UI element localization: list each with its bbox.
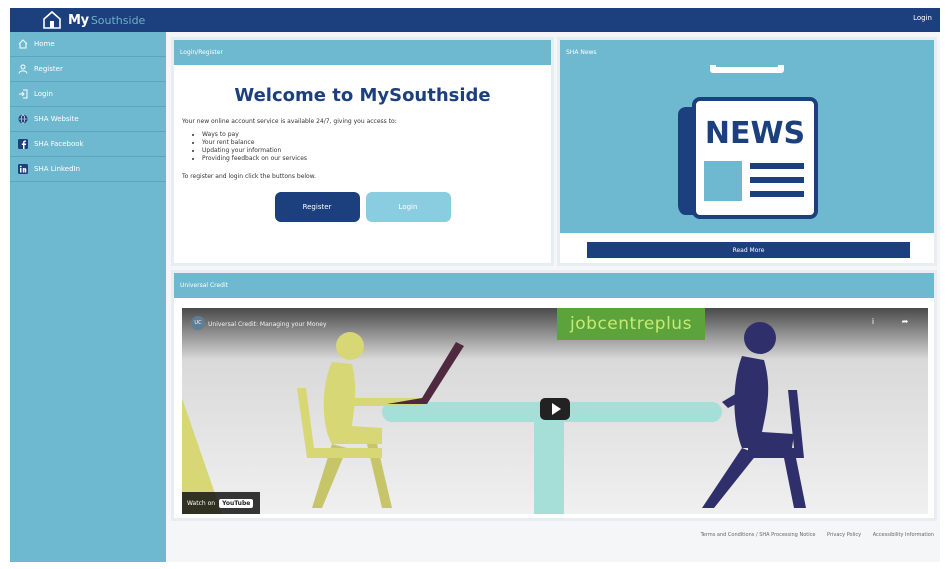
play-icon: [551, 403, 561, 415]
feature-list: Ways to pay Your rent balance Updating y…: [202, 131, 543, 163]
universal-credit-card: Universal Credit jobcentreplus UC Univer…: [171, 270, 937, 521]
read-more-button[interactable]: Read More: [587, 242, 910, 258]
footer-links: Terms and Conditions / SHA Processing No…: [166, 532, 940, 538]
sidebar-item-sha-facebook[interactable]: SHA Facebook: [10, 132, 166, 157]
card-header: Universal Credit: [174, 273, 934, 298]
newspaper-icon: NEWS: [678, 65, 818, 219]
embedded-video-player[interactable]: jobcentreplus UC Universal Credit: Manag…: [182, 308, 928, 514]
video-title[interactable]: Universal Credit: Managing your Money: [208, 321, 327, 328]
news-image: NEWS: [560, 65, 934, 233]
sidebar-item-sha-linkedin[interactable]: SHA LinkedIn: [10, 157, 166, 182]
sidebar-item-sha-website[interactable]: SHA Website: [10, 107, 166, 132]
globe-icon: [17, 114, 28, 125]
home-icon: [17, 39, 28, 50]
header-login-link[interactable]: Login: [913, 14, 932, 22]
sidebar-item-label: SHA LinkedIn: [34, 165, 81, 173]
login-button[interactable]: Login: [365, 192, 451, 222]
intro-text: Your new online account service is avail…: [182, 118, 397, 125]
footer-link-accessibility[interactable]: Accessibility Information: [873, 532, 934, 538]
register-button[interactable]: Register: [274, 192, 360, 222]
footer-link-privacy[interactable]: Privacy Policy: [827, 532, 861, 538]
main-content: Login/Register Welcome to MySouthside Yo…: [166, 32, 940, 562]
sidebar-item-label: SHA Facebook: [34, 140, 84, 148]
play-button[interactable]: [540, 398, 570, 420]
sidebar-item-label: SHA Website: [34, 115, 79, 123]
sidebar-nav: Home Register Login SHA Website SHA Face…: [10, 32, 166, 562]
watch-on-youtube-button[interactable]: Watch on YouTube: [182, 492, 260, 514]
linkedin-icon: [17, 164, 28, 175]
welcome-title: Welcome to MySouthside: [234, 85, 491, 106]
jobcentreplus-banner: jobcentreplus: [557, 308, 705, 340]
channel-avatar[interactable]: UC: [191, 316, 205, 330]
login-register-card: Login/Register Welcome to MySouthside Yo…: [171, 37, 554, 266]
info-icon[interactable]: i: [868, 317, 878, 327]
list-item: Providing feedback on our services: [202, 155, 543, 163]
list-item: Ways to pay: [202, 131, 543, 139]
list-item: Updating your information: [202, 147, 543, 155]
footer-link-terms[interactable]: Terms and Conditions / SHA Processing No…: [701, 532, 816, 538]
share-icon[interactable]: ➦: [900, 317, 910, 327]
youtube-logo-icon: YouTube: [219, 498, 254, 508]
brand-logo[interactable]: My Southside: [42, 9, 145, 31]
card-header: Login/Register: [174, 40, 551, 65]
card-header: SHA News: [560, 40, 934, 65]
register-note: To register and login click the buttons …: [182, 173, 316, 180]
top-header: My Southside Login: [10, 8, 940, 32]
sidebar-item-label: Register: [34, 65, 63, 73]
news-image-text: NEWS: [705, 116, 805, 151]
facebook-icon: [17, 139, 28, 150]
house-logo-icon: [43, 10, 61, 29]
sidebar-item-login[interactable]: Login: [10, 82, 166, 107]
user-icon: [17, 64, 28, 75]
login-icon: [17, 89, 28, 100]
sidebar-item-label: Login: [34, 90, 53, 98]
brand-name-southside: Southside: [90, 13, 146, 27]
sidebar-item-label: Home: [34, 40, 55, 48]
brand-name-my: My: [68, 12, 89, 28]
watch-on-label: Watch on: [187, 499, 216, 507]
sha-news-card: SHA News NEWS Read More: [557, 37, 937, 266]
list-item: Your rent balance: [202, 139, 543, 147]
sidebar-item-home[interactable]: Home: [10, 32, 166, 57]
sidebar-item-register[interactable]: Register: [10, 57, 166, 82]
